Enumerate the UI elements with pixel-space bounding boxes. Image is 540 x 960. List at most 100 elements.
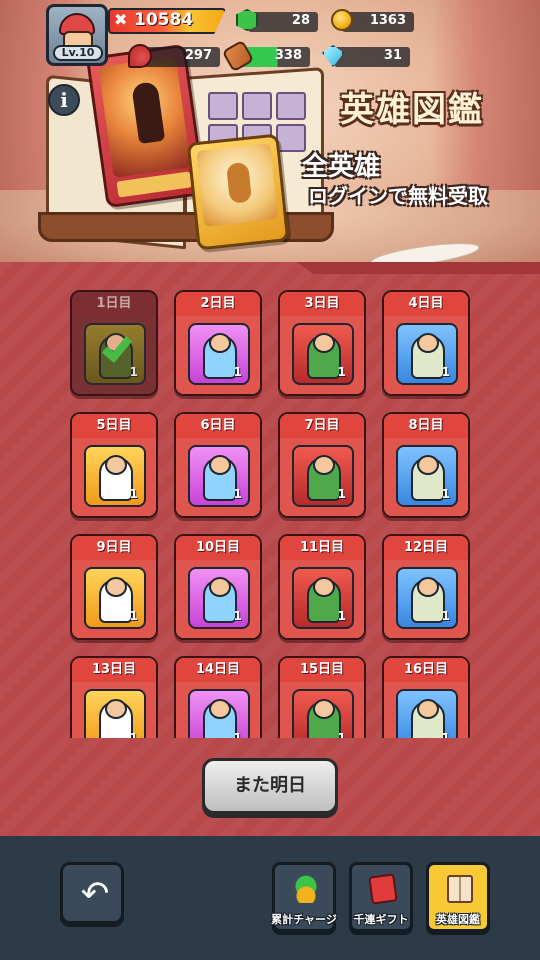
reward-grid-viewport[interactable]: 1日目 1 2日目 1 3日目 1 4日目 1 5日目 1 6日目 1 7日目 1 8日目 1 9日目 1 10日目… [0,286,540,738]
tab-cumulative-charge[interactable]: 累計チャージ [271,862,337,932]
page-title: 英雄図鑑 [340,90,484,130]
day-reward-card[interactable]: 12日目 1 [382,534,470,640]
reward-quantity: 1 [129,731,138,738]
hero-portrait: 1 [84,567,146,629]
hero-portrait: 1 [292,323,354,385]
day-reward-card[interactable]: 9日目 1 [70,534,158,640]
day-label: 11日目 [280,536,364,560]
diamond-value: 31 [383,48,402,63]
day-label: 16日目 [384,658,468,682]
reward-quantity: 1 [441,609,450,623]
day-reward-card[interactable]: 14日目 1 [174,656,262,738]
reward-quantity: 1 [441,487,450,501]
gold-value: 1363 [369,13,406,28]
day-label: 1日目 [72,292,156,316]
day-label: 15日目 [280,658,364,682]
hero-head [209,699,231,719]
day-reward-card[interactable]: 8日目 1 [382,412,470,518]
hero-head [417,455,439,475]
reward-quantity: 1 [233,487,242,501]
wood-value: 338 [274,48,302,63]
hero-head [209,455,231,475]
day-reward-card[interactable]: 10日目 1 [174,534,262,640]
hero-head [313,577,335,597]
hero-portrait: 1 [396,567,458,629]
reward-quantity: 1 [129,487,138,501]
hero-head [417,333,439,353]
reward-quantity: 1 [337,365,346,379]
come-back-tomorrow-button[interactable]: また明日 [202,758,338,814]
day-reward-card[interactable]: 6日目 1 [174,412,262,518]
login-reward-board: 1日目 1 2日目 1 3日目 1 4日目 1 5日目 1 6日目 1 7日目 1 8日目 1 9日目 1 10日目… [0,262,540,837]
day-label: 9日目 [72,536,156,560]
hero-portrait: 1 [396,323,458,385]
day-reward-card[interactable]: 15日目 1 [278,656,366,738]
hero-portrait: 1 [84,323,146,385]
day-reward-card[interactable]: 5日目 1 [70,412,158,518]
hero-head [105,577,127,597]
player-avatar[interactable]: Lv.10 [46,4,108,66]
hero-head [105,699,127,719]
hero-portrait: 1 [292,689,354,738]
reward-quantity: 1 [233,731,242,738]
back-arrow-icon: ↶ [80,874,110,914]
day-reward-card[interactable]: 7日目 1 [278,412,366,518]
hero-portrait: 1 [188,567,250,629]
reward-quantity: 1 [233,609,242,623]
hero-portrait: 1 [188,689,250,738]
hero-head [209,333,231,353]
hero-card-gold [186,133,290,251]
day-reward-card[interactable]: 11日目 1 [278,534,366,640]
reward-quantity: 1 [337,487,346,501]
app-screen: 英雄図鑑 全英雄 ログインで無料受取 i Lv.10 ✖ 10584 28 13… [0,0,540,960]
day-label: 7日目 [280,414,364,438]
hero-portrait: 1 [84,689,146,738]
diamond-counter[interactable]: 31 [334,47,410,67]
day-label: 10日目 [176,536,260,560]
hero-head [105,455,127,475]
day-label: 4日目 [384,292,468,316]
tab-label: 千連ギフト [353,913,409,926]
hero-portrait: 1 [396,445,458,507]
day-reward-card[interactable]: 13日目 1 [70,656,158,738]
hero-portrait: 1 [188,323,250,385]
hero-thumbnail [242,92,272,120]
open-book-icon [447,875,473,903]
hero-head [417,577,439,597]
tab-thousand-gift[interactable]: 千連ギフト [349,862,413,932]
day-reward-card[interactable]: 16日目 1 [382,656,470,738]
hero-portrait: 1 [292,567,354,629]
card-pack-icon [368,873,398,905]
info-button[interactable]: i [48,84,80,116]
green-gem-counter[interactable]: 28 [248,12,318,32]
meat-counter[interactable]: 297 [140,47,220,67]
hero-head [417,699,439,719]
hero-head [313,455,335,475]
player-level: Lv.10 [53,45,103,61]
tab-label: 英雄図鑑 [436,913,480,926]
tab-hero-dex[interactable]: 英雄図鑑 [426,862,490,932]
hero-thumbnail [276,92,306,120]
reward-quantity: 1 [129,365,138,379]
reward-grid: 1日目 1 2日目 1 3日目 1 4日目 1 5日目 1 6日目 1 7日目 1 8日目 1 9日目 1 10日目… [70,290,470,738]
hero-portrait: 1 [292,445,354,507]
day-label: 8日目 [384,414,468,438]
hero-thumbnail [208,92,238,120]
day-label: 14日目 [176,658,260,682]
day-label: 6日目 [176,414,260,438]
hero-head [209,577,231,597]
hero-head [313,699,335,719]
day-reward-card[interactable]: 4日目 1 [382,290,470,396]
green-gem-value: 28 [291,13,310,28]
hero-card-red [85,43,207,209]
hero-portrait: 1 [396,689,458,738]
day-reward-card[interactable]: 3日目 1 [278,290,366,396]
day-label: 13日目 [72,658,156,682]
tab-label: 累計チャージ [271,913,337,926]
reward-quantity: 1 [233,365,242,379]
power-value: 10584 [134,10,194,30]
back-button[interactable]: ↶ [60,862,124,924]
meat-value: 297 [184,48,212,63]
day-reward-card[interactable]: 2日目 1 [174,290,262,396]
day-reward-card[interactable]: 1日目 1 [70,290,158,396]
